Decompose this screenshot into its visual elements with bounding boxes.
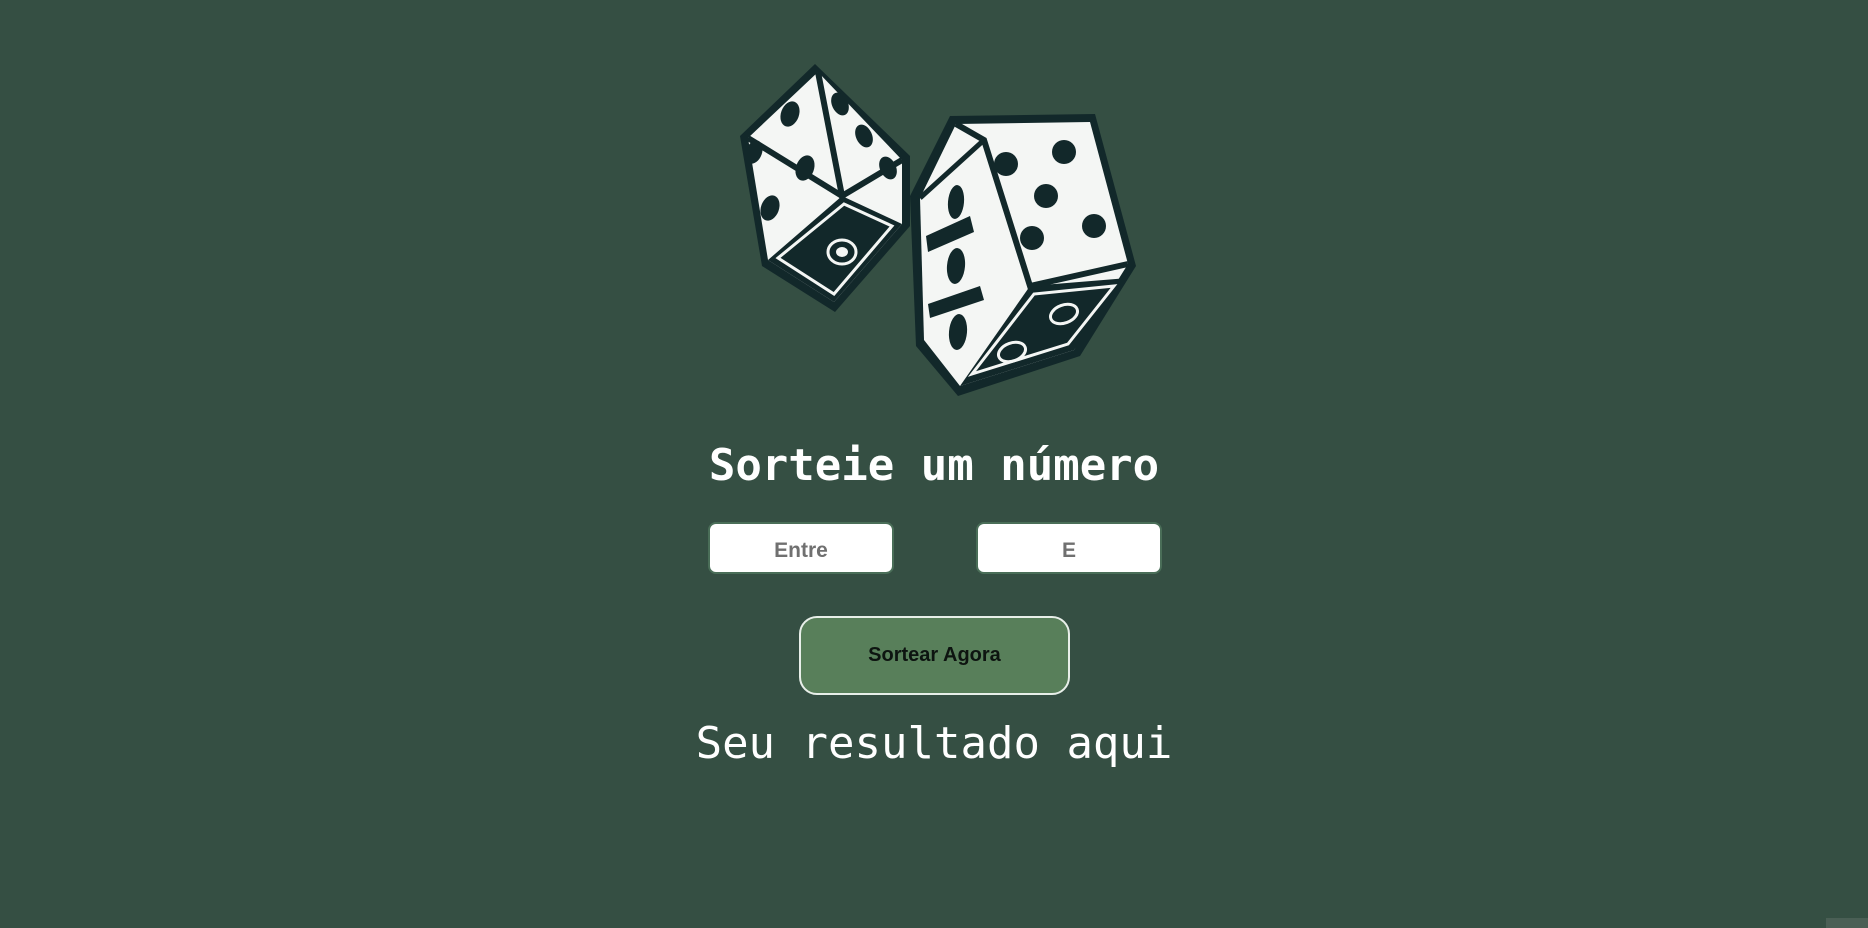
min-number-input[interactable] bbox=[708, 522, 894, 574]
result-text: Seu resultado aqui bbox=[695, 718, 1173, 769]
scroll-corner bbox=[1826, 918, 1868, 928]
dice-icon bbox=[730, 56, 1140, 402]
draw-now-button[interactable]: Sortear Agora bbox=[799, 616, 1070, 695]
left-die bbox=[740, 64, 910, 312]
right-die bbox=[910, 114, 1136, 396]
range-inputs bbox=[0, 522, 1868, 576]
page-title: Sorteie um número bbox=[708, 440, 1160, 491]
max-number-input[interactable] bbox=[976, 522, 1162, 574]
